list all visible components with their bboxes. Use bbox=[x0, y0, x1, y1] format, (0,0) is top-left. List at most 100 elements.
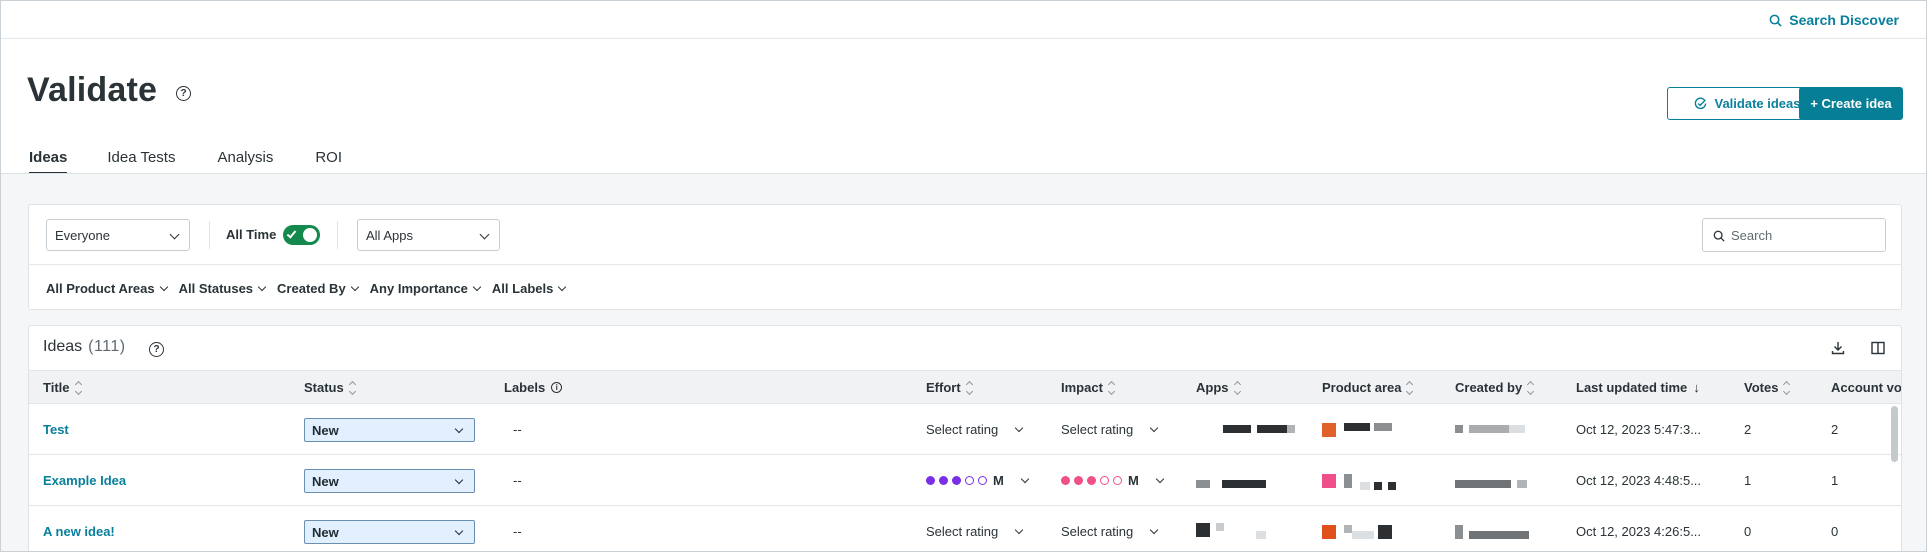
last-updated-value: Oct 12, 2023 4:26:5... bbox=[1576, 524, 1702, 539]
column-header-votes[interactable]: Votes bbox=[1744, 380, 1791, 395]
column-header-created-by[interactable]: Created by bbox=[1455, 380, 1535, 395]
status-select-value: New bbox=[312, 422, 339, 438]
idea-title-link[interactable]: A new idea! bbox=[43, 524, 115, 539]
importance-filter[interactable]: Any Importance bbox=[369, 281, 482, 296]
chevron-down-icon bbox=[454, 475, 464, 485]
status-select[interactable]: New bbox=[304, 520, 475, 544]
column-header-title[interactable]: Title bbox=[43, 380, 82, 395]
labels-filter-label: All Labels bbox=[491, 281, 554, 296]
all-time-label: All Time bbox=[226, 227, 277, 242]
tab-roi[interactable]: ROI bbox=[315, 149, 342, 175]
rating-dot-empty bbox=[965, 476, 974, 485]
column-created-by-label: Created by bbox=[1455, 380, 1523, 395]
effort-dots bbox=[926, 476, 987, 485]
labels-value: -- bbox=[513, 422, 522, 437]
tab-analysis[interactable]: Analysis bbox=[217, 149, 273, 175]
table-row[interactable]: Example Idea New -- M M Oct 12, 2023 4:4… bbox=[29, 456, 1901, 506]
idea-title-link[interactable]: Example Idea bbox=[43, 473, 126, 488]
column-header-impact[interactable]: Impact bbox=[1061, 380, 1115, 395]
chevron-down-icon bbox=[350, 282, 359, 291]
created-by-filter[interactable]: Created By bbox=[277, 281, 359, 296]
search-discover-label: Search Discover bbox=[1789, 12, 1899, 28]
impact-rating-label: Select rating bbox=[1061, 524, 1134, 539]
apps-select[interactable]: All Apps bbox=[357, 219, 500, 251]
table-row[interactable]: Test New -- Select rating Select rating … bbox=[29, 405, 1901, 455]
column-header-product-area[interactable]: Product area bbox=[1322, 380, 1414, 395]
labels-filter[interactable]: All Labels bbox=[491, 281, 567, 296]
impact-rating-select[interactable]: Select rating bbox=[1061, 524, 1159, 539]
status-select-value: New bbox=[312, 473, 339, 489]
search-discover-link[interactable]: Search Discover bbox=[1769, 12, 1899, 28]
info-icon[interactable]: i bbox=[551, 382, 563, 393]
columns-icon[interactable] bbox=[1870, 340, 1886, 356]
create-idea-button[interactable]: + Create idea bbox=[1799, 87, 1903, 120]
column-votes-label: Votes bbox=[1744, 380, 1779, 395]
chevron-down-icon bbox=[454, 424, 464, 434]
chevron-down-icon bbox=[1150, 525, 1159, 534]
table-title: Ideas (111) bbox=[43, 338, 126, 356]
divider bbox=[337, 221, 338, 249]
rating-dot-filled bbox=[939, 476, 948, 485]
top-bar: Search Discover bbox=[1, 1, 1926, 39]
column-header-status[interactable]: Status bbox=[304, 380, 356, 395]
impact-rating-select[interactable]: Select rating bbox=[1061, 422, 1159, 437]
create-idea-label: + Create idea bbox=[1810, 96, 1892, 111]
chevron-down-icon bbox=[454, 526, 464, 536]
column-header-apps[interactable]: Apps bbox=[1196, 380, 1241, 395]
sort-icon bbox=[1233, 380, 1241, 395]
idea-title-link[interactable]: Test bbox=[43, 422, 69, 437]
chevron-down-icon bbox=[257, 282, 267, 291]
effort-rating-select[interactable]: Select rating bbox=[926, 524, 1024, 539]
column-header-account-votes[interactable]: Account vo bbox=[1831, 380, 1902, 395]
product-areas-filter-label: All Product Areas bbox=[46, 281, 155, 296]
tab-idea-tests[interactable]: Idea Tests bbox=[107, 149, 175, 175]
impact-rating-select[interactable]: M bbox=[1061, 473, 1165, 488]
chevron-down-icon bbox=[1015, 525, 1024, 534]
importance-filter-label: Any Importance bbox=[369, 281, 468, 296]
column-apps-label: Apps bbox=[1196, 380, 1229, 395]
table-scrollbar[interactable] bbox=[1891, 406, 1898, 462]
column-status-label: Status bbox=[304, 380, 344, 395]
table-row[interactable]: A new idea! New -- Select rating Select … bbox=[29, 507, 1901, 551]
divider bbox=[209, 221, 210, 249]
filter-panel: Everyone All Time All Apps Search All Pr… bbox=[28, 204, 1902, 310]
table-count: (111) bbox=[88, 338, 126, 355]
column-title-label: Title bbox=[43, 380, 70, 395]
status-select[interactable]: New bbox=[304, 418, 475, 442]
statuses-filter[interactable]: All Statuses bbox=[178, 281, 267, 296]
chevron-down-icon bbox=[1015, 423, 1024, 432]
column-account-votes-label: Account vo bbox=[1831, 380, 1902, 395]
chevron-down-icon bbox=[159, 282, 168, 291]
help-icon[interactable]: ? bbox=[149, 342, 164, 357]
app-window: Search Discover Validate ? Validate idea… bbox=[0, 0, 1927, 552]
column-header-effort[interactable]: Effort bbox=[926, 380, 973, 395]
sort-icon bbox=[1783, 380, 1791, 395]
effort-rating-select[interactable]: M bbox=[926, 473, 1030, 488]
search-icon bbox=[1713, 230, 1725, 242]
rating-dot-filled bbox=[1061, 476, 1070, 485]
sort-icon bbox=[1527, 380, 1535, 395]
status-select[interactable]: New bbox=[304, 469, 475, 493]
column-header-last-updated[interactable]: Last updated time ↓ bbox=[1576, 380, 1700, 395]
people-select[interactable]: Everyone bbox=[46, 219, 190, 251]
arrow-down-icon: ↓ bbox=[1693, 380, 1700, 395]
download-icon[interactable] bbox=[1830, 340, 1846, 356]
tab-ideas[interactable]: Ideas bbox=[29, 149, 68, 175]
effort-rating-label: M bbox=[993, 473, 1004, 488]
statuses-filter-label: All Statuses bbox=[178, 281, 254, 296]
chevron-down-icon bbox=[1020, 474, 1030, 483]
effort-rating-select[interactable]: Select rating bbox=[926, 422, 1024, 437]
rating-dot-empty bbox=[1100, 476, 1109, 485]
rating-dot-empty bbox=[978, 476, 987, 485]
votes-value: 1 bbox=[1744, 473, 1752, 488]
validate-ideas-label: Validate ideas bbox=[1714, 96, 1801, 111]
product-areas-filter[interactable]: All Product Areas bbox=[46, 281, 168, 296]
filter-row-primary: Everyone All Time All Apps Search bbox=[29, 205, 1901, 265]
all-time-toggle[interactable] bbox=[283, 225, 320, 245]
chevron-down-icon bbox=[479, 229, 490, 240]
ideas-search-input[interactable]: Search bbox=[1702, 218, 1886, 252]
account-votes-value: 1 bbox=[1831, 473, 1839, 488]
filter-row-secondary: All Product Areas All Statuses Created B… bbox=[46, 281, 567, 296]
sort-icon bbox=[1406, 380, 1414, 395]
help-icon[interactable]: ? bbox=[176, 86, 191, 101]
